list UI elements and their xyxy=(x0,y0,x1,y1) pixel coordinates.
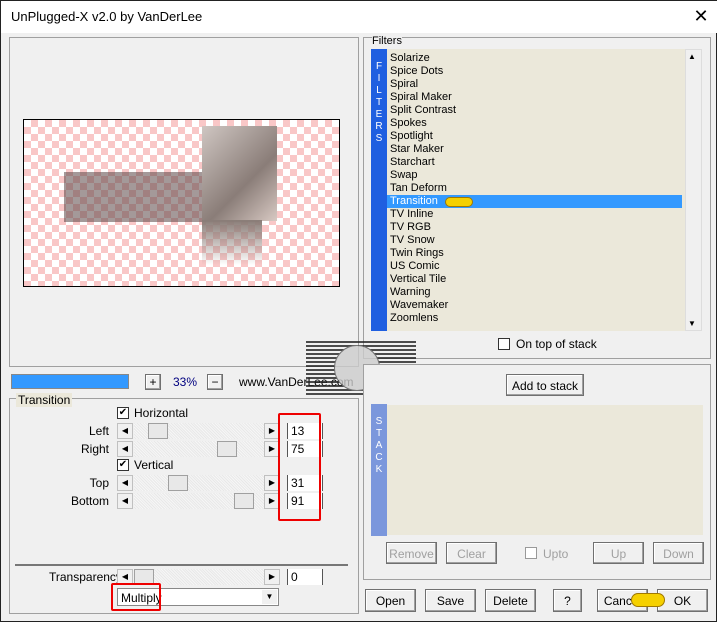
delete-button[interactable]: Delete xyxy=(485,589,536,612)
zoom-in-button[interactable]: + xyxy=(145,374,161,390)
horizontal-checkbox[interactable]: ✔ xyxy=(117,407,129,419)
filter-item[interactable]: Transition xyxy=(387,195,682,208)
filters-side-label: FILTERS xyxy=(371,49,387,331)
on-top-of-stack-checkbox[interactable] xyxy=(498,338,510,350)
filter-item[interactable]: Solarize xyxy=(390,52,685,65)
left-slider[interactable] xyxy=(134,423,264,439)
slider-left-arrow-icon[interactable]: ◀ xyxy=(117,493,133,509)
filter-item[interactable]: Spice Dots xyxy=(390,65,685,78)
zoom-out-button[interactable]: − xyxy=(207,374,223,390)
filter-item[interactable]: Star Maker xyxy=(390,143,685,156)
progress-bar xyxy=(11,374,129,389)
horizontal-label: Horizontal xyxy=(134,406,189,420)
filter-item[interactable]: Tan Deform xyxy=(390,182,685,195)
highlight-box xyxy=(111,583,161,611)
divider xyxy=(15,564,348,566)
window-title: UnPlugged-X v2.0 by VanDerLee xyxy=(11,9,203,24)
title-bar: UnPlugged-X v2.0 by VanDerLee ✕ xyxy=(1,1,717,33)
scroll-down-icon[interactable]: ▼ xyxy=(688,319,696,328)
filter-item[interactable]: Spokes xyxy=(390,117,685,130)
transparency-label: Transparency xyxy=(49,570,122,584)
vertical-checkbox[interactable]: ✔ xyxy=(117,459,129,471)
right-slider-thumb[interactable] xyxy=(217,441,237,457)
filter-item[interactable]: Zoomlens xyxy=(390,312,685,325)
clear-button[interactable]: Clear xyxy=(446,542,497,564)
filter-list[interactable]: Solarize Spice Dots Spiral Spiral Maker Spli… xyxy=(387,49,685,331)
highlight-box xyxy=(278,413,321,521)
help-button[interactable]: ? xyxy=(553,589,582,612)
on-top-of-stack-label: On top of stack xyxy=(516,337,597,351)
transparency-value-field[interactable]: 0 xyxy=(287,569,323,585)
slider-right-arrow-icon[interactable]: ▶ xyxy=(264,569,280,585)
right-slider[interactable] xyxy=(134,441,264,457)
filter-item[interactable]: Starchart xyxy=(390,156,685,169)
pointing-hand-icon xyxy=(631,593,665,607)
top-slider-thumb[interactable] xyxy=(168,475,188,491)
vertical-label: Vertical xyxy=(134,458,174,472)
left-label: Left xyxy=(88,424,109,438)
up-button[interactable]: Up xyxy=(593,542,644,564)
filters-group-label: Filters xyxy=(372,35,402,47)
filter-item[interactable]: Spotlight xyxy=(390,130,685,143)
zoom-level: 33% xyxy=(173,375,198,389)
bottom-slider[interactable] xyxy=(134,493,264,509)
filter-item[interactable]: Warning xyxy=(390,286,685,299)
add-to-stack-button[interactable]: Add to stack xyxy=(506,374,584,396)
filter-item[interactable]: Twin Rings xyxy=(390,247,685,260)
upto-checkbox[interactable] xyxy=(525,547,537,559)
filter-item[interactable]: US Comic xyxy=(390,260,685,273)
filter-list-scrollbar[interactable]: ▲ ▼ xyxy=(685,49,702,331)
filter-item[interactable]: Spiral Maker xyxy=(390,91,685,104)
upto-label: Upto xyxy=(543,547,569,561)
filter-item[interactable]: Vertical Tile xyxy=(390,273,685,286)
preview-image[interactable] xyxy=(23,119,340,287)
chevron-down-icon[interactable]: ▼ xyxy=(262,590,277,604)
right-label: Right xyxy=(80,442,109,456)
filter-item[interactable]: Split Contrast xyxy=(390,104,685,117)
filter-item[interactable]: TV RGB xyxy=(390,221,685,234)
stack-list[interactable] xyxy=(387,405,703,535)
filter-item[interactable]: TV Inline xyxy=(390,208,685,221)
filter-item[interactable]: Spiral xyxy=(390,78,685,91)
close-icon[interactable]: ✕ xyxy=(691,6,711,27)
filter-item[interactable]: TV Snow xyxy=(390,234,685,247)
slider-left-arrow-icon[interactable]: ◀ xyxy=(117,423,133,439)
scroll-up-icon[interactable]: ▲ xyxy=(688,52,696,61)
pointing-hand-icon xyxy=(445,197,473,207)
slider-left-arrow-icon[interactable]: ◀ xyxy=(117,441,133,457)
transition-group-label: Transition xyxy=(16,393,73,407)
bottom-label: Bottom xyxy=(70,494,109,508)
open-button[interactable]: Open xyxy=(365,589,416,612)
top-slider[interactable] xyxy=(134,475,264,491)
remove-button[interactable]: Remove xyxy=(386,542,437,564)
save-button[interactable]: Save xyxy=(425,589,476,612)
slider-left-arrow-icon[interactable]: ◀ xyxy=(117,475,133,491)
bottom-slider-thumb[interactable] xyxy=(234,493,254,509)
filter-item[interactable]: Wavemaker xyxy=(390,299,685,312)
down-button[interactable]: Down xyxy=(653,542,704,564)
left-slider-thumb[interactable] xyxy=(148,423,168,439)
filter-item[interactable]: Swap xyxy=(390,169,685,182)
stack-side-label: STACK xyxy=(371,404,387,536)
top-label: Top xyxy=(89,476,109,490)
